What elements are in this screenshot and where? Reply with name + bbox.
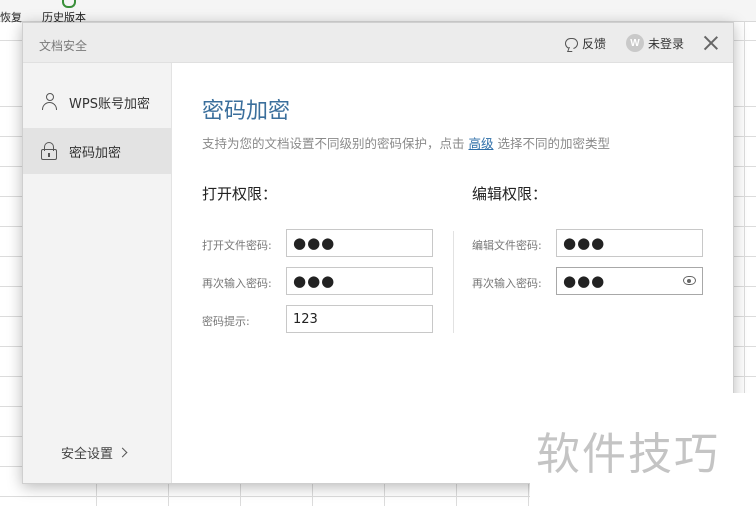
open-confirm-label: 再次输入密码: bbox=[202, 277, 272, 290]
page-title: 密码加密 bbox=[202, 99, 291, 124]
login-label: 未登录 bbox=[648, 36, 685, 51]
open-permission-heading: 打开权限： bbox=[202, 185, 278, 203]
edit-password-input[interactable]: ●●● bbox=[556, 229, 703, 257]
security-settings-label: 安全设置 bbox=[61, 447, 114, 462]
page-description: 支持为您的文档设置不同级别的密码保护，点击 高级 选择不同的加密类型 bbox=[202, 133, 610, 152]
ribbon: 恢复 历史版本 bbox=[0, 0, 756, 25]
password-hint-value: 123 bbox=[293, 311, 318, 327]
section-divider bbox=[453, 231, 454, 333]
sidebar-item-label: 密码加密 bbox=[69, 145, 122, 161]
user-icon bbox=[41, 93, 59, 111]
feedback-button[interactable]: 反馈 bbox=[565, 35, 606, 52]
restore-button[interactable]: 恢复 bbox=[0, 9, 22, 25]
open-password-input[interactable]: ●●● bbox=[286, 229, 433, 257]
edit-confirm-value: ●●● bbox=[563, 272, 606, 290]
password-hint-label: 密码提示: bbox=[202, 315, 250, 328]
sidebar: WPS账号加密 密码加密 安全设置 bbox=[23, 63, 172, 483]
lock-icon bbox=[41, 142, 57, 160]
eye-icon[interactable] bbox=[683, 276, 696, 285]
open-password-label: 打开文件密码: bbox=[202, 239, 272, 252]
edit-confirm-label: 再次输入密码: bbox=[472, 277, 542, 290]
edit-confirm-input[interactable]: ●●● bbox=[556, 267, 703, 295]
dialog-titlebar: 文档安全 反馈 W 未登录 bbox=[23, 23, 733, 63]
description-suffix: 选择不同的加密类型 bbox=[493, 136, 610, 151]
dialog-title: 文档安全 bbox=[39, 39, 88, 53]
edit-password-label: 编辑文件密码: bbox=[472, 239, 542, 252]
avatar: W bbox=[626, 34, 644, 52]
advanced-link[interactable]: 高级 bbox=[468, 136, 493, 151]
edit-password-value: ●●● bbox=[563, 234, 606, 252]
open-confirm-value: ●●● bbox=[293, 272, 336, 290]
chat-bubble-icon bbox=[565, 38, 578, 49]
login-button[interactable]: W 未登录 bbox=[626, 34, 684, 52]
security-settings-link[interactable]: 安全设置 bbox=[61, 443, 128, 462]
chevron-right-icon bbox=[117, 447, 128, 458]
close-icon[interactable] bbox=[703, 35, 719, 51]
password-hint-input[interactable]: 123 bbox=[286, 305, 433, 333]
description-prefix: 支持为您的文档设置不同级别的密码保护，点击 bbox=[202, 136, 469, 151]
feedback-label: 反馈 bbox=[582, 37, 607, 51]
edit-permission-heading: 编辑权限： bbox=[472, 185, 548, 203]
history-icon bbox=[62, 0, 76, 8]
open-confirm-input[interactable]: ●●● bbox=[286, 267, 433, 295]
open-password-value: ●●● bbox=[293, 234, 336, 252]
sidebar-item-label: WPS账号加密 bbox=[69, 96, 150, 112]
watermark-text: 软件技巧 bbox=[536, 429, 720, 480]
sidebar-item-password[interactable]: 密码加密 bbox=[23, 128, 172, 174]
sidebar-item-wps-account[interactable]: WPS账号加密 bbox=[23, 79, 172, 125]
